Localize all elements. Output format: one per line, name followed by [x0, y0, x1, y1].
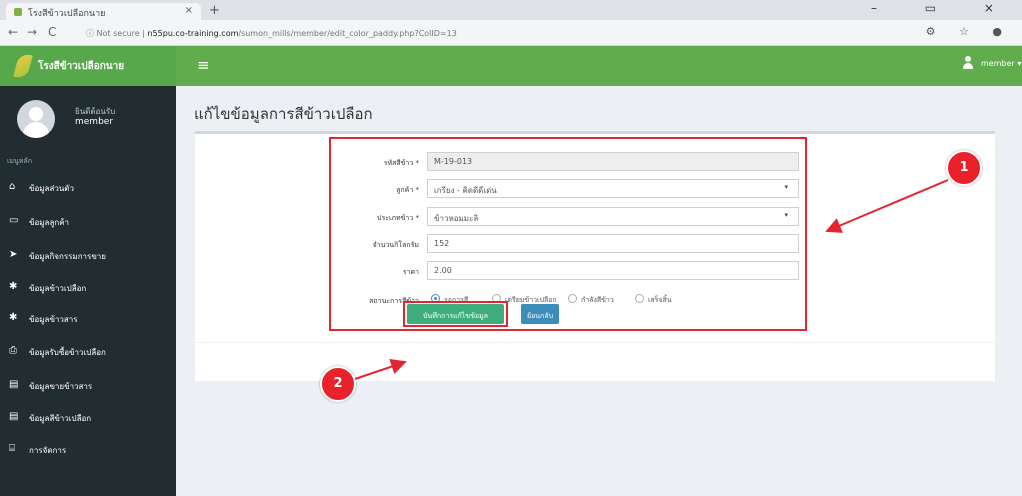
callout-2: 2	[320, 366, 356, 402]
arrow-1	[825, 179, 949, 233]
annotation-arrows	[351, 179, 949, 381]
callout-1: 1	[946, 150, 982, 186]
arrow-2	[351, 358, 407, 381]
